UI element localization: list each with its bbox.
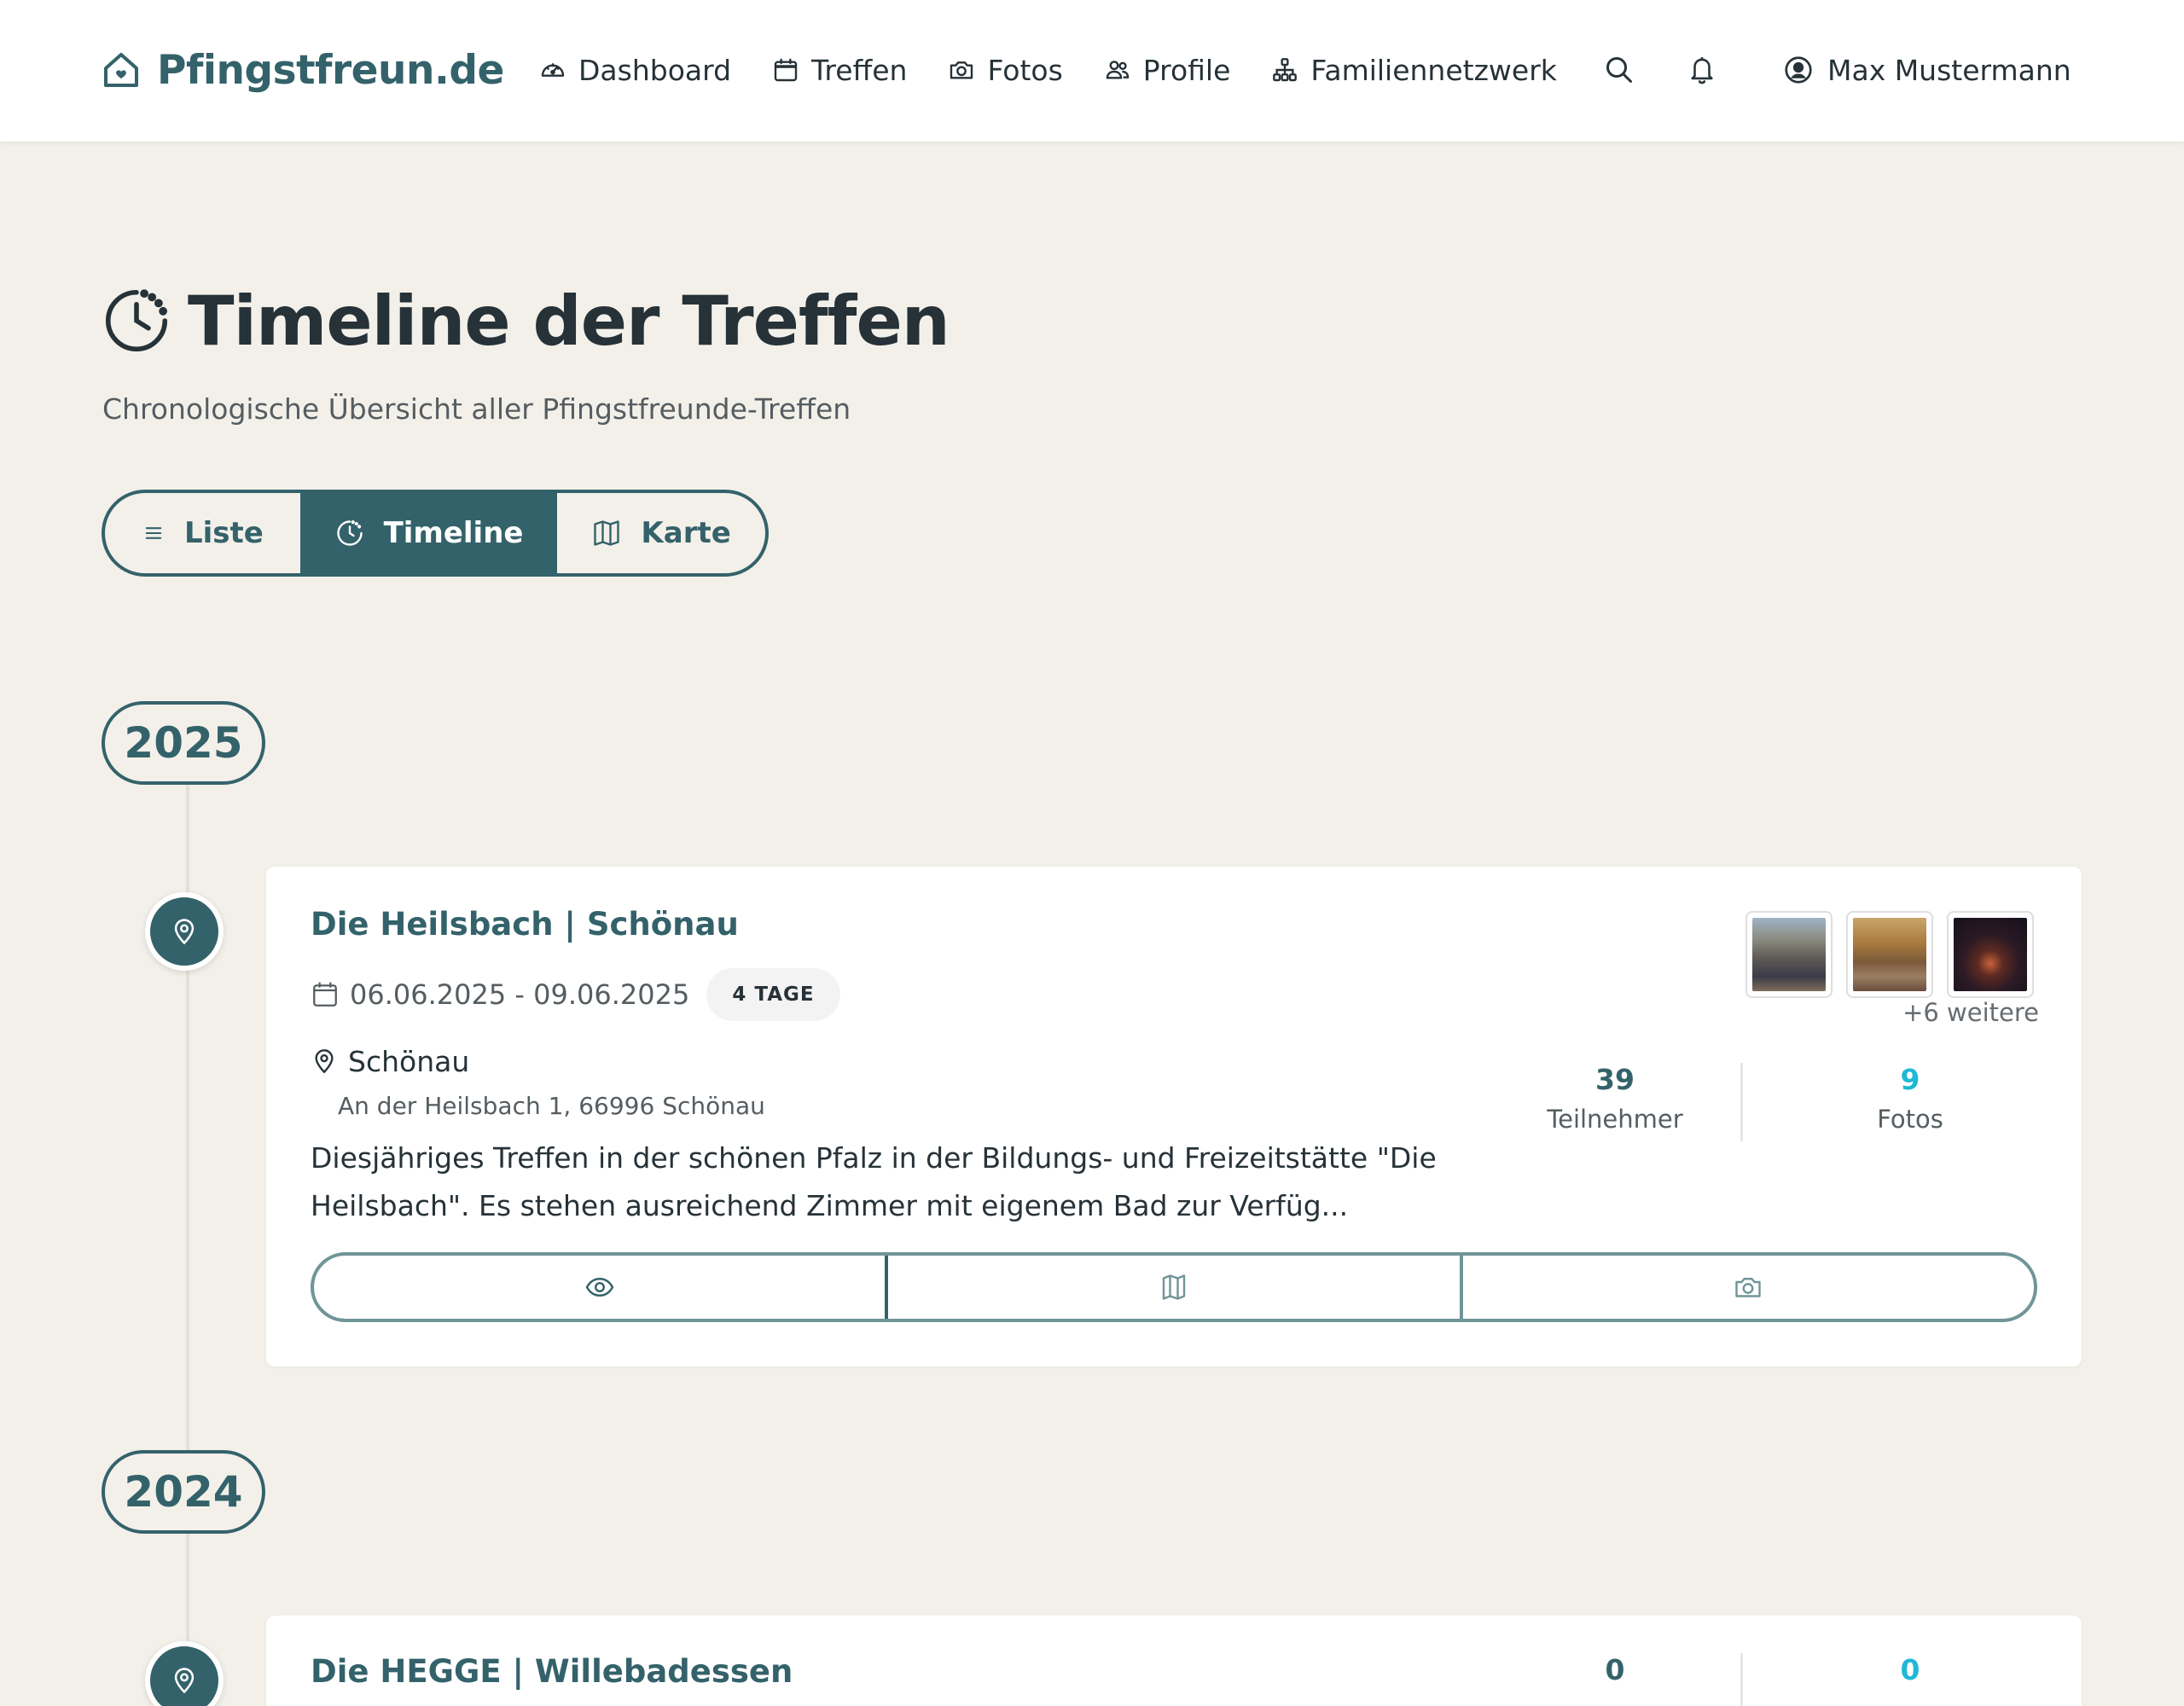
main-nav: Dashboard Treffen Fotos Profile Familien… xyxy=(539,44,1598,96)
view-details-button[interactable] xyxy=(314,1256,889,1319)
event-title[interactable]: Die Heilsbach | Schönau xyxy=(311,906,739,943)
geo-pin-icon xyxy=(170,917,199,946)
nav-dashboard[interactable]: Dashboard xyxy=(539,54,731,87)
brand-link[interactable]: Pfingstfreun.de xyxy=(101,43,504,97)
building-photo-image xyxy=(1853,918,1926,991)
participants-count: 0 xyxy=(1605,1653,1625,1686)
view-list-button[interactable]: Liste xyxy=(105,493,300,573)
group-photo-image xyxy=(1752,918,1826,991)
event-title[interactable]: Die HEGGE | Willebadessen xyxy=(311,1653,793,1690)
event-place-name: Schönau xyxy=(348,1044,470,1078)
nav-profile-label: Profile xyxy=(1142,53,1231,87)
nav-familiennetzwerk-label: Familiennetzwerk xyxy=(1310,53,1557,87)
participants-label: Teilnehmer xyxy=(1547,1105,1683,1134)
photo-thumbnail[interactable] xyxy=(1846,911,1933,998)
search-button[interactable] xyxy=(1604,48,1635,92)
page-title-text: Timeline der Treffen xyxy=(188,281,950,361)
list-icon xyxy=(142,521,166,545)
view-map-button[interactable]: Karte xyxy=(557,493,765,573)
view-list-label: Liste xyxy=(183,516,264,550)
event-place: Schönau xyxy=(311,1041,469,1082)
clock-icon xyxy=(334,518,365,548)
show-photos-button[interactable] xyxy=(1463,1256,2034,1319)
event-card: Die HEGGE | Willebadessen 0 0 xyxy=(266,1616,2082,1706)
participants-stat: 0 xyxy=(1517,1653,1713,1686)
camera-icon xyxy=(1733,1272,1763,1303)
person-circle-icon xyxy=(1783,55,1814,85)
nav-fotos[interactable]: Fotos xyxy=(948,53,1063,87)
photos-label: Fotos xyxy=(1877,1105,1943,1134)
user-menu[interactable]: Max Mustermann xyxy=(1783,44,2071,96)
people-icon xyxy=(1104,56,1131,84)
stat-divider xyxy=(1740,1653,1743,1706)
view-switch: Liste Timeline Karte xyxy=(102,490,769,577)
calendar-icon xyxy=(311,980,340,1009)
photo-thumbnails xyxy=(1745,911,2034,998)
map-icon xyxy=(1159,1272,1189,1303)
photo-thumbnail[interactable] xyxy=(1947,911,2034,998)
year-badge: 2025 xyxy=(102,701,265,785)
view-map-label: Karte xyxy=(641,516,731,550)
diagram-icon xyxy=(1271,56,1298,84)
stat-divider xyxy=(1740,1063,1743,1141)
event-date: 06.06.2025 - 09.06.2025 4 TAGE xyxy=(311,968,840,1021)
search-icon xyxy=(1604,48,1635,92)
geo-pin-icon xyxy=(170,1666,199,1695)
house-heart-icon xyxy=(101,49,142,90)
photos-count: 9 xyxy=(1900,1063,1920,1096)
nav-dashboard-label: Dashboard xyxy=(578,53,732,87)
notifications-button[interactable] xyxy=(1687,48,1716,92)
evening-photo-image xyxy=(1954,918,2027,991)
event-address: An der Heilsbach 1, 66996 Schönau xyxy=(338,1092,765,1120)
bell-icon xyxy=(1687,48,1716,92)
clock-history-icon xyxy=(101,285,172,357)
view-timeline-button[interactable]: Timeline xyxy=(299,493,558,573)
nav-treffen[interactable]: Treffen xyxy=(772,54,907,87)
more-photos: +6 weitere xyxy=(1902,998,2039,1027)
year-badge: 2024 xyxy=(102,1450,265,1534)
nav-treffen-label: Treffen xyxy=(811,53,908,87)
eye-icon xyxy=(584,1272,615,1303)
event-actions xyxy=(311,1252,2037,1322)
nav-profile[interactable]: Profile xyxy=(1104,53,1231,87)
photos-stat: 9 Fotos xyxy=(1812,1063,2008,1134)
page-subtitle: Chronologische Übersicht aller Pfingstfr… xyxy=(102,392,851,426)
nav-familiennetzwerk[interactable]: Familiennetzwerk xyxy=(1271,54,1557,87)
camera-icon xyxy=(948,56,975,84)
photos-stat: 0 xyxy=(1812,1653,2008,1686)
user-name: Max Mustermann xyxy=(1827,53,2071,87)
event-description: Diesjähriges Treffen in der schönen Pfal… xyxy=(311,1141,1437,1222)
duration-badge: 4 TAGE xyxy=(706,968,840,1021)
calendar-icon xyxy=(772,56,799,84)
photos-count: 0 xyxy=(1900,1653,1920,1686)
speedometer-icon xyxy=(539,56,566,84)
timeline-marker xyxy=(145,1641,224,1706)
show-map-button[interactable] xyxy=(888,1256,1463,1319)
participants-stat: 39 Teilnehmer xyxy=(1517,1063,1713,1134)
view-timeline-label: Timeline xyxy=(383,516,524,550)
photo-thumbnail[interactable] xyxy=(1745,911,1833,998)
map-icon xyxy=(591,518,622,548)
participants-count: 39 xyxy=(1595,1063,1635,1096)
page-title: Timeline der Treffen xyxy=(101,278,950,363)
event-card: Die Heilsbach | Schönau 06.06.2025 - 09.… xyxy=(266,867,2082,1367)
nav-fotos-label: Fotos xyxy=(987,53,1063,87)
event-date-text: 06.06.2025 - 09.06.2025 xyxy=(350,978,690,1011)
brand-name: Pfingstfreun.de xyxy=(157,46,504,94)
geo-pin-icon xyxy=(311,1047,338,1075)
timeline-marker xyxy=(145,892,224,971)
top-navbar: Pfingstfreun.de Dashboard Treffen Fotos … xyxy=(0,0,2184,142)
